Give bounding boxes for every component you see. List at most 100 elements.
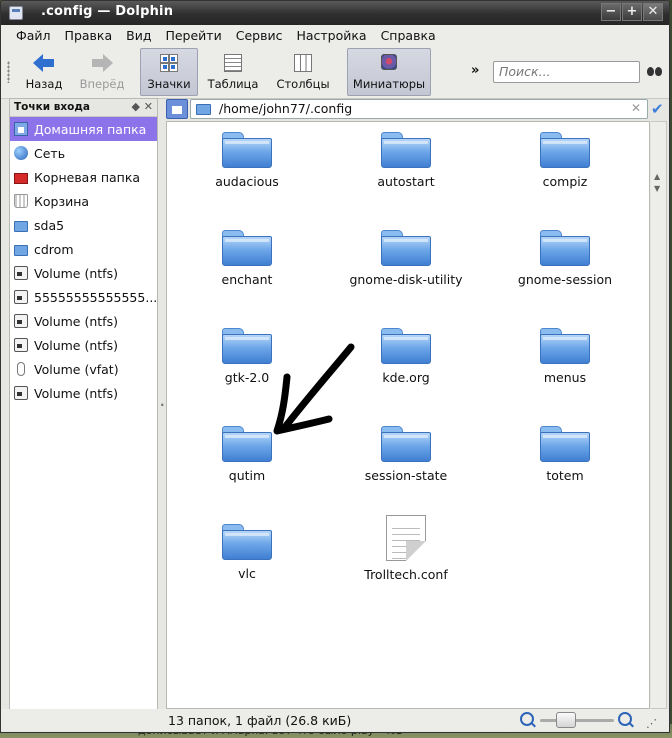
menu-view[interactable]: Вид <box>119 25 158 45</box>
vertical-scrollbar[interactable]: ▲ ▼ <box>651 121 667 709</box>
forward-button[interactable]: Вперёд <box>73 48 131 96</box>
text-file-icon <box>386 515 426 561</box>
network-icon <box>14 146 28 160</box>
dolphin-window: .config — Dolphin − + ✕ Файл Правка Вид … <box>0 0 670 733</box>
maximize-button[interactable]: + <box>622 3 642 21</box>
columns-view-icon <box>291 53 315 73</box>
checkmark-icon[interactable]: ✔ <box>651 100 667 118</box>
window-controls: − + ✕ <box>600 3 663 21</box>
file-item[interactable]: totem <box>490 426 640 483</box>
search-input[interactable]: Поиск... <box>493 61 640 83</box>
file-name: session-state <box>364 468 448 483</box>
file-name: qutim <box>228 468 266 483</box>
zoom-slider[interactable] <box>540 719 614 722</box>
location-bar: /home/john77/.config ✕ ✔ <box>166 98 668 120</box>
file-name: totem <box>546 468 584 483</box>
home-icon[interactable] <box>166 99 188 119</box>
place-item-volume[interactable]: 55555555555555... <box>10 285 157 309</box>
back-button[interactable]: Назад <box>17 48 71 96</box>
folder-icon <box>540 426 590 462</box>
file-name: gnome-session <box>517 272 613 287</box>
place-item-label: Volume (ntfs) <box>34 385 118 401</box>
place-item-label: Volume (ntfs) <box>34 337 118 353</box>
file-item[interactable]: audacious <box>172 132 322 189</box>
folder-icon <box>540 230 590 266</box>
dolphin-app-icon[interactable] <box>9 6 23 20</box>
menu-settings[interactable]: Настройка <box>289 25 373 45</box>
place-item-label: Volume (ntfs) <box>34 313 118 329</box>
folder-icon <box>540 132 590 168</box>
minimize-button[interactable]: − <box>601 3 621 21</box>
file-name: gnome-disk-utility <box>349 272 463 287</box>
place-item-label: cdrom <box>34 241 74 257</box>
folder-icon <box>540 328 590 364</box>
file-item[interactable]: enchant <box>172 230 322 287</box>
file-view[interactable]: audacious autostart compiz enchant gnome… <box>166 121 650 709</box>
place-item-cdrom[interactable]: cdrom <box>10 237 157 261</box>
folder-icon <box>381 132 431 168</box>
toolbar-overflow-button[interactable]: » <box>471 63 479 78</box>
hand-drawn-arrow-annotation <box>273 343 355 435</box>
scroll-down-icon[interactable]: ▼ <box>654 184 660 193</box>
zoom-in-icon[interactable] <box>618 712 632 726</box>
toolbar-handle[interactable] <box>7 61 10 83</box>
icons-view-icon <box>157 53 181 73</box>
place-item-sda5[interactable]: sda5 <box>10 213 157 237</box>
resize-grip-icon[interactable]: ⋰ <box>646 717 657 730</box>
place-item-label: 55555555555555... <box>34 289 157 305</box>
file-item[interactable]: gnome-session <box>490 230 640 287</box>
binoculars-icon[interactable] <box>646 65 664 77</box>
file-name: autostart <box>377 174 435 189</box>
view-icons-button[interactable]: Значки <box>140 48 198 96</box>
folder-icon <box>381 230 431 266</box>
places-header: Точки входа ◆ ✕ <box>10 99 157 117</box>
drive-icon <box>14 386 28 400</box>
place-item-volume[interactable]: Volume (ntfs) <box>10 333 157 357</box>
place-item-label: Volume (vfat) <box>34 361 119 377</box>
scroll-up-icon[interactable]: ▲ <box>654 172 660 181</box>
place-item-network[interactable]: Сеть <box>10 141 157 165</box>
file-name: audacious <box>215 174 279 189</box>
file-item[interactable]: compiz <box>490 132 640 189</box>
panel-splitter[interactable] <box>159 98 166 711</box>
menu-edit[interactable]: Правка <box>58 25 120 45</box>
panel-buttons[interactable]: ◆ ✕ <box>131 100 153 113</box>
place-item-volume[interactable]: Volume (ntfs) <box>10 381 157 405</box>
location-input[interactable]: /home/john77/.config ✕ <box>190 99 648 119</box>
drive-icon <box>14 266 28 280</box>
places-title: Точки входа <box>14 101 90 113</box>
menu-tools[interactable]: Сервис <box>229 25 290 45</box>
file-name: menus <box>543 370 587 385</box>
file-item[interactable]: autostart <box>331 132 481 189</box>
file-name: compiz <box>542 174 588 189</box>
title-bar[interactable]: .config — Dolphin − + ✕ <box>1 1 669 25</box>
menu-file[interactable]: Файл <box>9 25 58 45</box>
menu-help[interactable]: Справка <box>374 25 443 45</box>
status-text: 13 папок, 1 файл (26.8 киБ) <box>168 713 352 728</box>
folder-icon <box>14 244 28 256</box>
file-item[interactable]: Trolltech.conf <box>331 515 481 582</box>
places-panel: Точки входа ◆ ✕ Домашняя папка Сеть Корн… <box>9 98 158 711</box>
clear-icon[interactable]: ✕ <box>631 101 641 115</box>
folder-icon <box>222 524 272 560</box>
place-item-volume[interactable]: Volume (ntfs) <box>10 261 157 285</box>
view-columns-button[interactable]: Столбцы <box>270 48 336 96</box>
file-item[interactable]: menus <box>490 328 640 385</box>
place-item-root[interactable]: Корневая папка <box>10 165 157 189</box>
file-item[interactable]: gnome-disk-utility <box>331 230 481 287</box>
close-button[interactable]: ✕ <box>643 3 663 21</box>
place-item-volume[interactable]: Volume (vfat) <box>10 357 157 381</box>
folder-icon <box>381 426 431 462</box>
place-item-home[interactable]: Домашняя папка <box>10 117 157 141</box>
menu-go[interactable]: Перейти <box>158 25 228 45</box>
view-table-button[interactable]: Таблица <box>203 48 263 96</box>
file-item[interactable]: vlc <box>172 524 322 581</box>
drive-icon <box>14 338 28 352</box>
zoom-out-icon[interactable] <box>520 712 534 726</box>
folder-icon <box>222 132 272 168</box>
zoom-slider-handle[interactable] <box>556 712 577 728</box>
thumbnails-button[interactable]: Миниатюры <box>347 48 431 96</box>
folder-icon <box>381 328 431 364</box>
place-item-volume[interactable]: Volume (ntfs) <box>10 309 157 333</box>
place-item-trash[interactable]: Корзина <box>10 189 157 213</box>
